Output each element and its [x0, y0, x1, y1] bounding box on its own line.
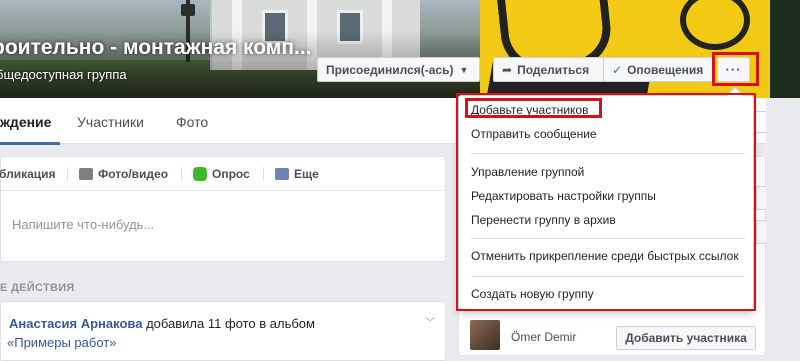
joined-button[interactable]: Присоединился(-ась) ▼	[317, 57, 480, 82]
joined-label: Присоединился(-ась)	[326, 62, 454, 77]
composer-separator	[67, 167, 68, 181]
chevron-down-icon: ▼	[459, 64, 469, 75]
more-dots-icon	[275, 168, 289, 180]
tab-photos[interactable]: Фото	[176, 114, 208, 130]
menu-item-add-members[interactable]: Добавьте участников	[471, 103, 588, 117]
recent-activity-heading: Е ДЕЙСТВИЯ	[0, 282, 75, 294]
share-button[interactable]: ➦ Поделиться	[493, 57, 603, 82]
group-title[interactable]: роительно - монтажная комп...	[0, 36, 312, 60]
composer-tab-photo-video[interactable]: Фото/видео	[79, 167, 168, 181]
tab-members[interactable]: Участники	[77, 114, 144, 130]
story-author-link[interactable]: Анастасия Арнакова	[9, 316, 142, 331]
composer-separator	[263, 167, 264, 181]
menu-item-send-message[interactable]: Отправить сообщение	[471, 127, 597, 141]
sidebar-edge-control	[756, 220, 766, 244]
composer-input[interactable]: Напишите что-нибудь...	[12, 217, 154, 232]
more-options-menu: Добавьте участников Отправить сообщение …	[458, 86, 754, 310]
menu-divider	[471, 153, 745, 154]
sidebar-edge-control	[756, 186, 766, 210]
post-composer: бликация Фото/видео Опрос Еще Напишите ч…	[0, 156, 447, 262]
page-margin	[766, 98, 800, 344]
composer-tabs: бликация Фото/видео Опрос Еще	[0, 157, 447, 191]
composer-tab-poll-label: Опрос	[212, 167, 250, 181]
composer-tab-poll[interactable]: Опрос	[193, 167, 250, 181]
menu-item-unpin-shortcut[interactable]: Отменить прикрепление среди быстрых ссыл…	[471, 249, 739, 263]
menu-divider	[471, 238, 745, 239]
story-album-link[interactable]: «Примеры работ»	[7, 335, 116, 350]
composer-tab-publication-label: бликация	[0, 167, 56, 181]
ellipsis-icon: ···	[725, 62, 742, 77]
story-action-text: добавила 11 фото в альбом	[142, 316, 315, 331]
menu-item-manage-group[interactable]: Управление группой	[471, 165, 584, 179]
checkmark-icon: ✓	[612, 62, 623, 77]
camera-icon	[79, 168, 93, 180]
menu-item-edit-settings[interactable]: Редактировать настройки группы	[471, 189, 656, 203]
add-member-button[interactable]: Добавить участника	[616, 326, 756, 350]
notifications-label: Оповещения	[627, 62, 704, 77]
poll-icon	[193, 167, 207, 181]
story-headline: Анастасия Арнакова добавила 11 фото в ал…	[9, 316, 315, 331]
composer-separator	[181, 167, 182, 181]
feed-story: Анастасия Арнакова добавила 11 фото в ал…	[0, 301, 446, 361]
share-arrow-icon: ➦	[502, 62, 513, 77]
menu-item-archive-group[interactable]: Перенести группу в архив	[471, 213, 616, 227]
chevron-down-icon[interactable]: ﹀	[425, 314, 435, 329]
active-tab-indicator	[0, 142, 60, 145]
composer-tab-more[interactable]: Еще	[275, 167, 319, 181]
menu-item-create-group[interactable]: Создать новую группу	[471, 287, 594, 301]
group-privacy-type: бщедоступная группа	[0, 67, 127, 82]
composer-tab-photo-video-label: Фото/видео	[98, 167, 169, 181]
notifications-button[interactable]: ✓ Оповещения	[603, 57, 713, 82]
tab-discussion[interactable]: ждение	[0, 114, 51, 130]
share-label: Поделиться	[517, 62, 590, 77]
avatar[interactable]	[470, 320, 500, 350]
composer-tab-more-label: Еще	[294, 167, 319, 181]
composer-tab-publication[interactable]: бликация	[0, 167, 56, 181]
member-name[interactable]: Ömer Demir	[511, 330, 576, 344]
menu-divider	[471, 276, 745, 277]
tab-bar-edge	[752, 111, 766, 133]
more-options-button[interactable]: ···	[717, 57, 750, 82]
